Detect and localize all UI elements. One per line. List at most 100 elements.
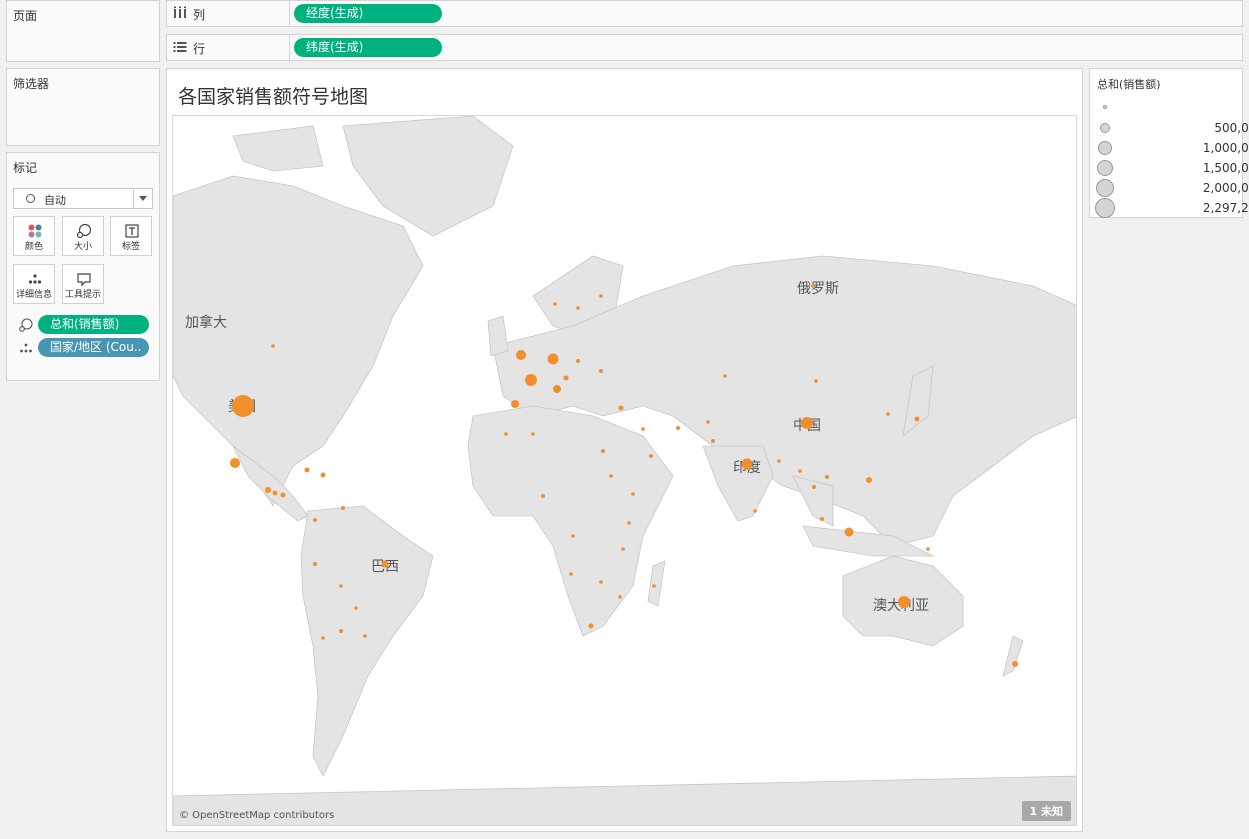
viz-title: 各国家销售额符号地图	[178, 86, 369, 108]
mark-austria[interactable]	[563, 375, 569, 381]
mark-india[interactable]	[741, 458, 753, 470]
mark-cuba[interactable]	[304, 467, 310, 473]
world-map[interactable]: 加拿大 俄罗斯 美国 中国 印度 巴西 澳大利亚	[172, 115, 1077, 826]
mark-china[interactable]	[801, 417, 813, 429]
mark-colombia[interactable]	[313, 518, 317, 522]
shelf-divider	[289, 35, 290, 60]
pages-card[interactable]: 页面	[6, 0, 160, 62]
mark-algeria[interactable]	[531, 432, 535, 436]
mark-philippines[interactable]	[866, 477, 872, 483]
mark-nicaragua[interactable]	[280, 492, 286, 498]
mark-honduras[interactable]	[272, 490, 278, 496]
mark-iran[interactable]	[676, 426, 680, 430]
mark-spain[interactable]	[511, 400, 519, 408]
legend-item: 2,000,000	[1090, 178, 1249, 198]
mark-iraq[interactable]	[641, 427, 645, 431]
mark-afghanistan[interactable]	[706, 420, 710, 424]
legend-circle	[1096, 179, 1114, 197]
legend-item: 500,000	[1090, 118, 1249, 138]
mark-congo[interactable]	[571, 534, 575, 538]
mark-argentina[interactable]	[339, 629, 343, 633]
mark-thailand[interactable]	[812, 485, 816, 489]
detail-button-label: 详细信息	[15, 290, 52, 300]
mark-zambia[interactable]	[599, 580, 603, 584]
mark-mozambique[interactable]	[618, 595, 622, 599]
mark-italy[interactable]	[553, 385, 561, 393]
mark-malaysia[interactable]	[820, 517, 824, 521]
mark-uruguay[interactable]	[363, 634, 367, 638]
mark-australia[interactable]	[898, 596, 910, 608]
detail-field-row[interactable]: 国家/地区 (Cou..	[18, 338, 150, 357]
mark-tanzania[interactable]	[621, 547, 625, 551]
shelf-divider	[289, 1, 290, 26]
mark-usa[interactable]	[232, 395, 254, 417]
sales-sum-pill[interactable]: 总和(销售额)	[38, 315, 149, 334]
mark-sudan[interactable]	[609, 474, 613, 478]
mark-poland[interactable]	[576, 359, 580, 363]
mark-japan[interactable]	[914, 416, 920, 422]
legend-circle	[1098, 141, 1112, 155]
mark-vietnam[interactable]	[825, 475, 829, 479]
mark-type-dropdown[interactable]: 自动	[13, 188, 153, 209]
color-button[interactable]: 颜色	[13, 216, 55, 256]
mark-south-korea[interactable]	[886, 412, 890, 416]
unknown-indicator[interactable]: 1 未知	[1021, 801, 1071, 821]
columns-shelf[interactable]: 列 经度(生成)	[166, 0, 1243, 27]
mark-norway[interactable]	[553, 302, 557, 306]
color-icon	[28, 224, 42, 238]
mark-ethiopia[interactable]	[631, 492, 635, 496]
mark-france[interactable]	[525, 374, 537, 386]
legend-item: 1,500,000	[1090, 158, 1249, 178]
mark-papua-new-guinea[interactable]	[926, 547, 930, 551]
sales-marks-layer	[230, 284, 1018, 667]
rows-shelf[interactable]: 行 纬度(生成)	[166, 34, 1243, 61]
mark-dominican-rep[interactable]	[320, 472, 326, 478]
mark-morocco[interactable]	[504, 432, 508, 436]
mark-uk[interactable]	[516, 350, 526, 360]
legend-title: 总和(销售额)	[1097, 78, 1161, 91]
mark-guatemala[interactable]	[265, 487, 271, 493]
mark-egypt[interactable]	[601, 449, 605, 453]
mark-mongolia[interactable]	[814, 379, 818, 383]
mark-chile[interactable]	[321, 636, 325, 640]
dropdown-toggle[interactable]	[133, 189, 152, 208]
mark-russia[interactable]	[811, 284, 815, 288]
mark-pakistan[interactable]	[711, 439, 715, 443]
mark-myanmar[interactable]	[798, 469, 802, 473]
mark-nigeria[interactable]	[541, 494, 545, 498]
mark-mexico[interactable]	[230, 458, 240, 468]
mark-bolivia[interactable]	[339, 584, 343, 588]
mark-paraguay[interactable]	[354, 606, 358, 610]
label-button-label: 标签	[121, 242, 140, 252]
mark-angola[interactable]	[569, 572, 573, 576]
mark-peru[interactable]	[313, 562, 317, 566]
mark-sri-lanka[interactable]	[753, 509, 757, 513]
mark-ukraine[interactable]	[599, 369, 603, 373]
mark-kenya[interactable]	[627, 521, 631, 525]
label-button[interactable]: 标签	[110, 216, 152, 256]
size-field-row[interactable]: 总和(销售额)	[18, 315, 150, 334]
mark-type-label: 自动	[44, 194, 66, 207]
country-pill[interactable]: 国家/地区 (Cou..	[38, 338, 149, 357]
mark-indonesia[interactable]	[844, 527, 854, 537]
mark-saudi-arabia[interactable]	[649, 454, 653, 458]
mark-south-africa[interactable]	[588, 623, 594, 629]
mark-venezuela[interactable]	[341, 506, 345, 510]
size-legend[interactable]: 总和(销售额) 20 500,000 1,000,000 1,500,000 2…	[1089, 68, 1249, 218]
mark-germany[interactable]	[547, 353, 559, 365]
size-button[interactable]: 大小	[62, 216, 104, 256]
mark-kazakhstan[interactable]	[723, 374, 727, 378]
mark-brazil[interactable]	[381, 560, 389, 568]
mark-finland[interactable]	[599, 294, 603, 298]
detail-button[interactable]: 详细信息	[13, 264, 55, 304]
mark-sweden[interactable]	[576, 306, 580, 310]
latitude-pill[interactable]: 纬度(生成)	[294, 38, 442, 57]
mark-bangladesh[interactable]	[777, 459, 781, 463]
mark-madagascar[interactable]	[652, 584, 656, 588]
filters-card[interactable]: 筛选器	[6, 68, 160, 146]
mark-canada[interactable]	[271, 344, 275, 348]
mark-new-zealand[interactable]	[1012, 661, 1018, 667]
tooltip-button[interactable]: 工具提示	[62, 264, 104, 304]
longitude-pill[interactable]: 经度(生成)	[294, 4, 442, 23]
mark-turkey[interactable]	[618, 405, 624, 411]
